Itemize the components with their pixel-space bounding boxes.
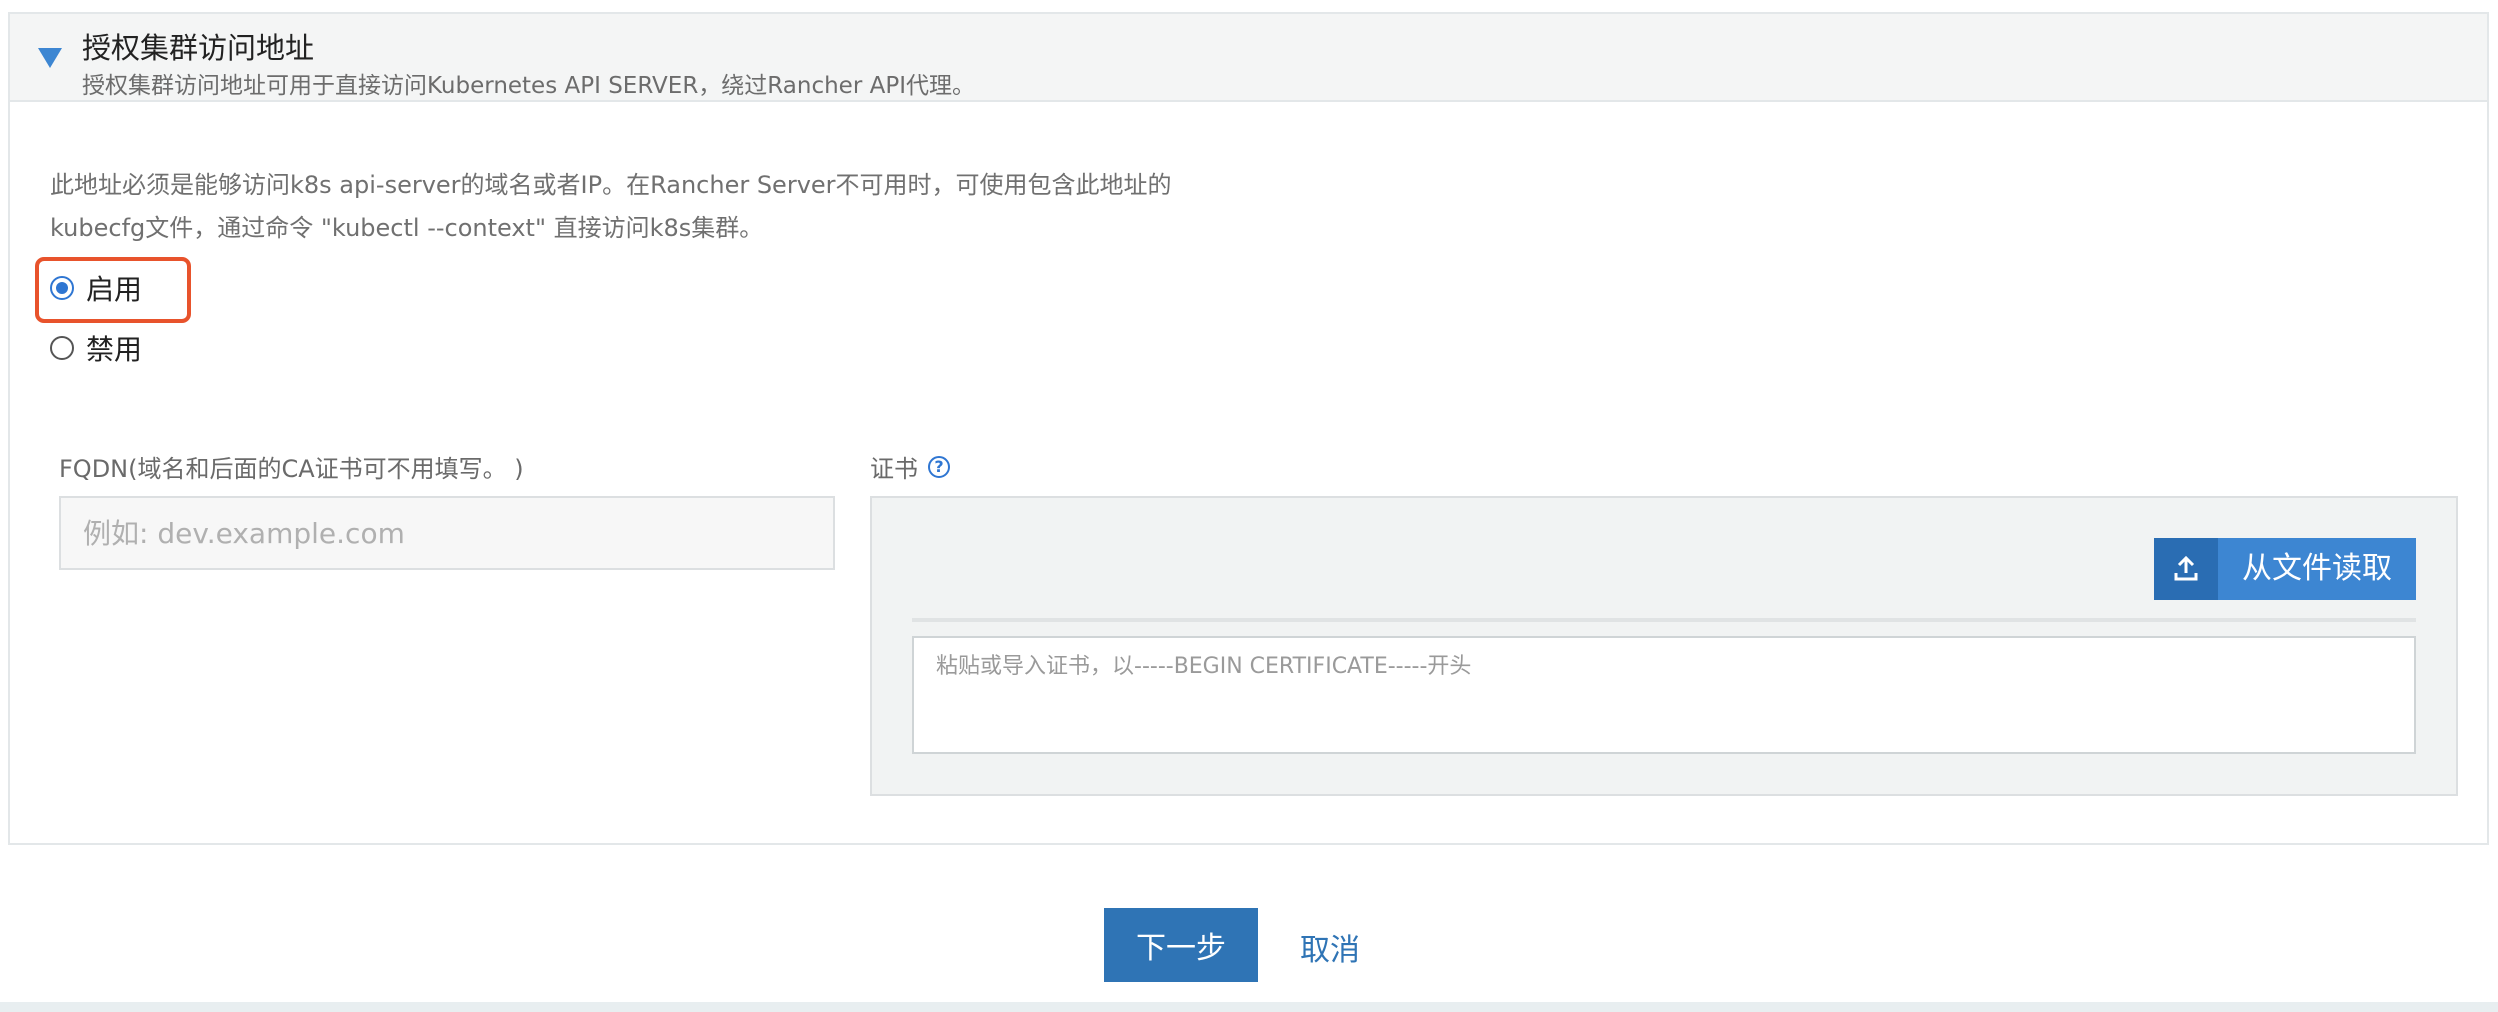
radio-option-disable[interactable]: 禁用 xyxy=(50,328,142,368)
caret-down-icon[interactable] xyxy=(38,48,62,68)
upload-icon xyxy=(2154,538,2218,600)
radio-enable[interactable] xyxy=(50,276,74,300)
read-from-file-label: 从文件读取 xyxy=(2242,551,2392,586)
certificate-label-row: 证书 ? xyxy=(870,449,950,484)
description-line-1: 此地址必须是能够访问k8s api-server的域名或者IP。在Rancher… xyxy=(50,171,1172,199)
authorized-endpoint-card: 授权集群访问地址 授权集群访问地址可用于直接访问Kubernetes API S… xyxy=(8,12,2489,845)
section-header[interactable]: 授权集群访问地址 授权集群访问地址可用于直接访问Kubernetes API S… xyxy=(10,14,2487,102)
certificate-label: 证书 xyxy=(870,455,918,483)
read-from-file-button[interactable]: 从文件读取 xyxy=(2154,538,2416,600)
endpoint-description: 此地址必须是能够访问k8s api-server的域名或者IP。在Rancher… xyxy=(50,164,1350,250)
certificate-divider xyxy=(912,618,2416,622)
certificate-textarea[interactable] xyxy=(912,636,2416,754)
cancel-link[interactable]: 取消 xyxy=(1300,925,1360,969)
section-subtitle: 授权集群访问地址可用于直接访问Kubernetes API SERVER，绕过R… xyxy=(82,73,975,99)
question-circle-icon[interactable]: ? xyxy=(928,455,950,478)
radio-disable-label[interactable]: 禁用 xyxy=(86,328,142,368)
next-step-button[interactable]: 下一步 xyxy=(1104,908,1258,982)
footer-strip xyxy=(0,1002,2498,1012)
certificate-panel: 从文件读取 xyxy=(870,496,2458,796)
radio-disable[interactable] xyxy=(50,336,74,360)
radio-option-enable[interactable]: 启用 xyxy=(50,268,142,308)
description-line-2: kubecfg文件，通过命令 "kubectl --context" 直接访问k… xyxy=(50,214,764,242)
fqdn-label: FQDN(域名和后面的CA证书可不用填写。 ) xyxy=(59,455,524,483)
section-title: 授权集群访问地址 xyxy=(82,31,315,65)
fqdn-input[interactable] xyxy=(59,496,835,570)
radio-enable-label[interactable]: 启用 xyxy=(86,268,142,308)
